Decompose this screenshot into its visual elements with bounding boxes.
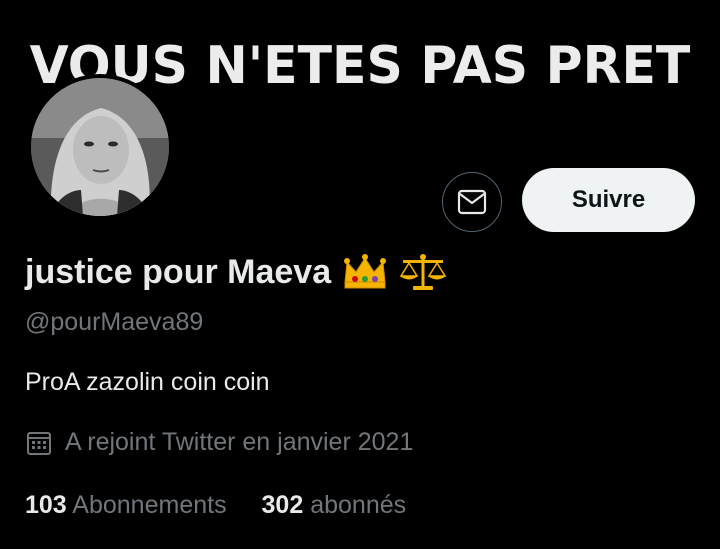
profile-display-name: justice pour Maeva <box>25 252 447 292</box>
scales-icon <box>399 254 447 290</box>
calendar-icon <box>27 431 51 455</box>
joined-text: A rejoint Twitter en janvier 2021 <box>65 428 414 456</box>
follow-button[interactable]: Suivre <box>522 168 695 232</box>
followers-count: 302 <box>261 491 304 519</box>
following-count: 103 <box>25 491 67 519</box>
avatar[interactable] <box>27 74 173 220</box>
profile-bio: ProA zazolin coin coin <box>25 368 270 396</box>
profile-handle: @pourMaeva89 <box>25 308 204 336</box>
avatar-photo <box>31 78 169 216</box>
following-label: Abonnements <box>72 491 227 519</box>
followers-label: abonnés <box>310 491 407 519</box>
profile-stats: 103 Abonnements 302 abonnés <box>25 491 434 520</box>
followers-link[interactable]: 302 abonnés <box>262 491 407 519</box>
message-button[interactable] <box>442 172 502 232</box>
crown-icon <box>344 254 387 289</box>
avatar-image <box>31 78 169 216</box>
display-name-text: justice pour Maeva <box>25 252 332 291</box>
following-link[interactable]: 103 Abonnements <box>25 491 227 519</box>
follow-button-label: Suivre <box>571 186 646 213</box>
joined-date: A rejoint Twitter en janvier 2021 <box>25 428 413 457</box>
envelope-icon <box>457 189 487 215</box>
